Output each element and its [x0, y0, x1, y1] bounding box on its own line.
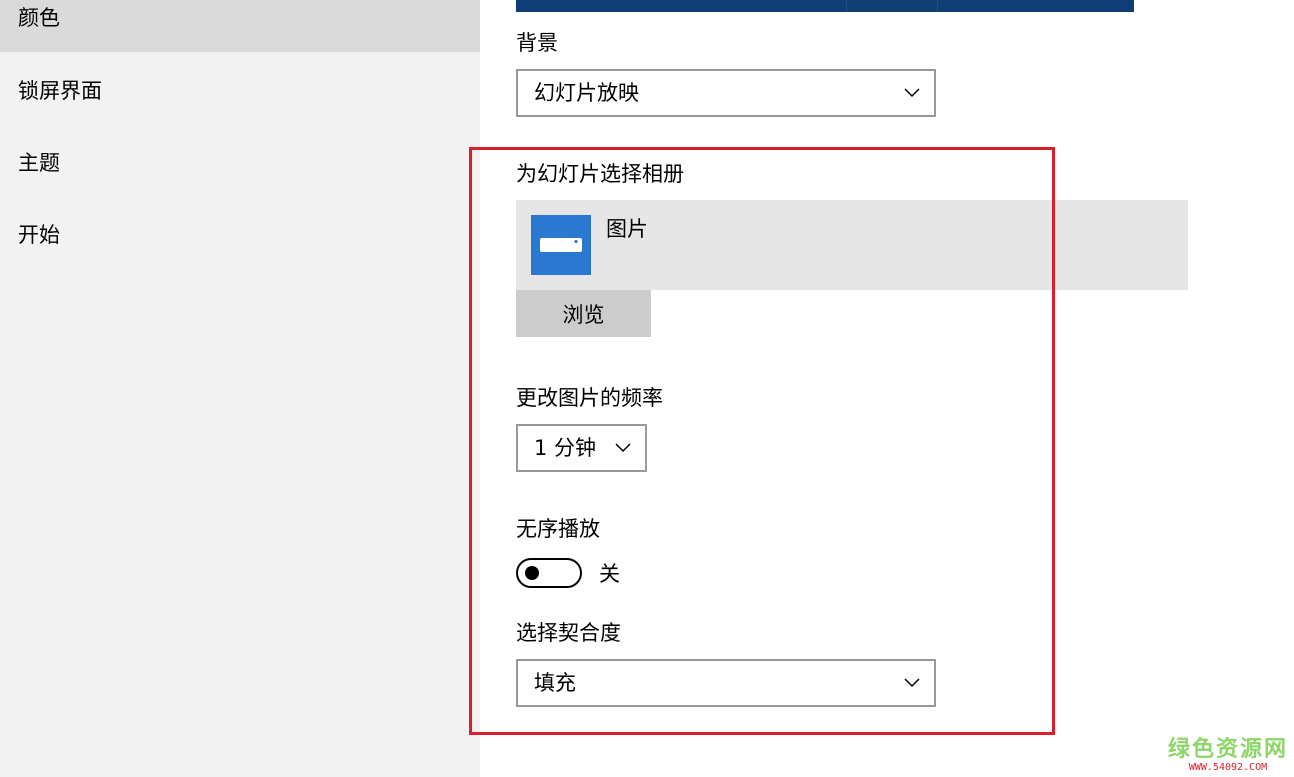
shuffle-toggle[interactable]	[516, 558, 582, 588]
sidebar-item-label: 开始	[18, 223, 60, 247]
sidebar-item-colors[interactable]: 颜色	[0, 0, 480, 52]
album-section-title: 为幻灯片选择相册	[516, 162, 684, 186]
background-preview	[516, 0, 1134, 12]
photos-folder-icon	[531, 215, 591, 275]
chevron-down-icon	[904, 88, 920, 98]
toggle-knob	[525, 566, 539, 580]
frequency-dropdown-value: 1 分钟	[534, 436, 597, 460]
sidebar-item-lock-screen[interactable]: 锁屏界面	[0, 65, 480, 117]
background-label: 背景	[516, 31, 558, 55]
sidebar-item-start[interactable]: 开始	[0, 209, 480, 261]
sidebar-item-label: 锁屏界面	[18, 79, 102, 103]
fit-label: 选择契合度	[516, 621, 621, 645]
background-dropdown-value: 幻灯片放映	[534, 81, 639, 105]
album-item-label: 图片	[606, 217, 648, 241]
background-dropdown[interactable]: 幻灯片放映	[516, 69, 936, 117]
sidebar-item-themes[interactable]: 主题	[0, 137, 480, 189]
chevron-down-icon	[904, 678, 920, 688]
fit-dropdown[interactable]: 填充	[516, 659, 936, 707]
fit-dropdown-value: 填充	[534, 671, 576, 695]
album-item[interactable]: 图片	[516, 200, 1188, 290]
shuffle-state-label: 关	[599, 562, 620, 586]
settings-content: 背景 幻灯片放映 为幻灯片选择相册 图片 浏览 更改图片的频率 1 分钟 无序播…	[480, 0, 1294, 777]
chevron-down-icon	[615, 443, 631, 453]
sidebar-item-label: 主题	[18, 151, 60, 175]
shuffle-label: 无序播放	[516, 517, 600, 541]
frequency-label: 更改图片的频率	[516, 386, 663, 410]
frequency-dropdown[interactable]: 1 分钟	[516, 424, 647, 472]
settings-sidebar: 颜色 锁屏界面 主题 开始	[0, 0, 480, 777]
browse-button[interactable]: 浏览	[516, 290, 651, 337]
preview-segment	[846, 0, 938, 12]
sidebar-item-label: 颜色	[18, 6, 60, 30]
